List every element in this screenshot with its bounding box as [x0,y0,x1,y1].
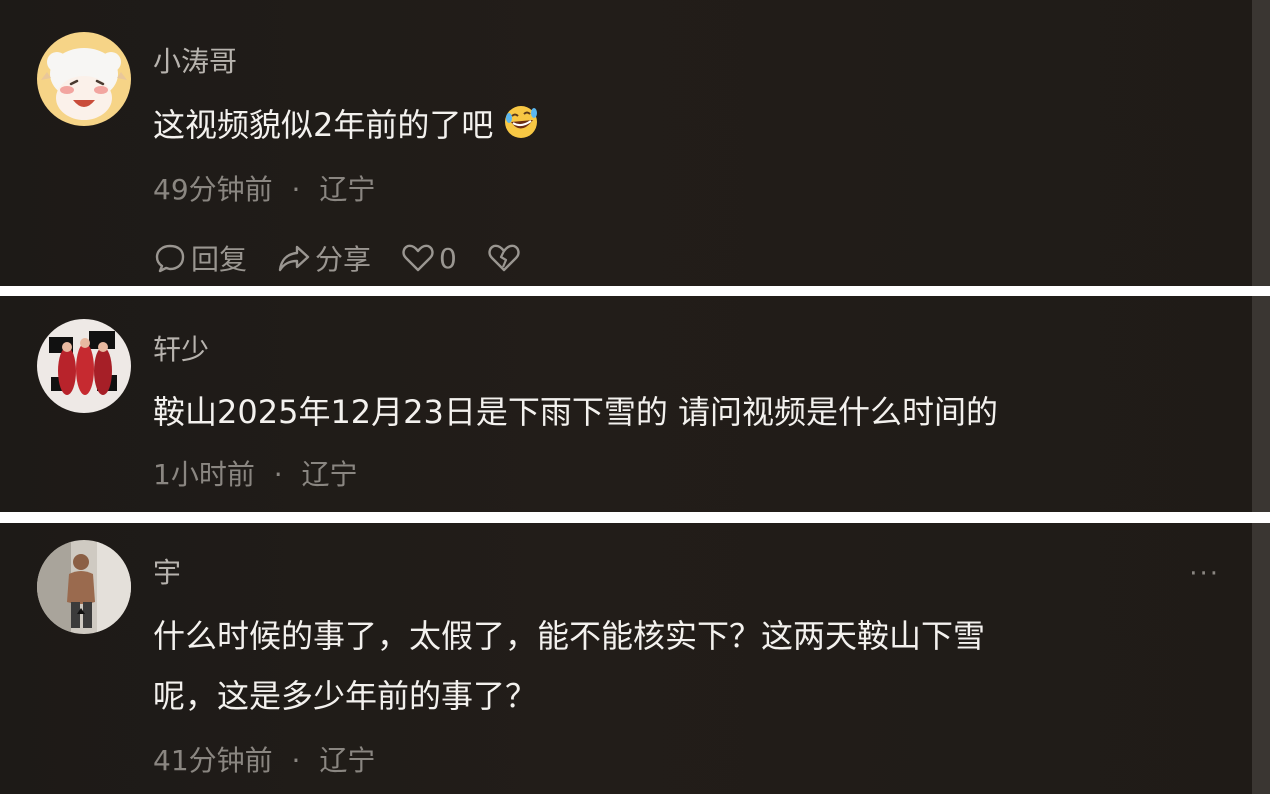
location: 辽宁 [301,458,358,491]
comment-card: 轩少 鞍山2025年12月23日是下雨下雪的 请问视频是什么时间的 1小时前 ·… [0,296,1270,512]
comment-card: 宇 ··· 什么时候的事了，太假了，能不能核实下？这两天鞍山下雪 呢，这是多少年… [0,523,1270,794]
broken-heart-icon [488,244,520,272]
avatar[interactable] [37,32,131,126]
comment-meta: 49分钟前 · 辽宁 [153,168,375,208]
dislike-button[interactable] [487,241,525,275]
comment-text: 这视频貌似2年前的了吧 [153,94,539,156]
photo-avatar-icon [37,540,131,634]
poster-avatar-icon [37,319,131,413]
like-button[interactable]: 0 [401,241,457,275]
comment-card: 小涛哥 这视频貌似2年前的了吧 49分钟前 · 辽宁 回复 分享 0 [0,0,1270,286]
comment-actions: 回复 分享 0 [153,236,555,280]
username[interactable]: 宇 [153,551,181,591]
avatar[interactable] [37,540,131,634]
location: 辽宁 [319,173,376,206]
share-arrow-icon [278,245,310,272]
like-count: 0 [439,241,457,275]
timestamp: 49分钟前 [153,173,273,206]
username[interactable]: 轩少 [153,328,209,368]
reply-label: 回复 [191,243,248,276]
timestamp: 41分钟前 [153,744,273,777]
comment-text-content: 这视频貌似2年前的了吧 [153,106,494,144]
meta-separator: · [291,173,301,206]
scrollbar-edge [1252,296,1270,512]
meta-separator: · [273,458,283,491]
scrollbar-edge [1252,523,1270,794]
meta-separator: · [291,744,301,777]
comment-meta: 1小时前 · 辽宁 [153,453,358,493]
scrollbar-edge [1252,0,1270,286]
comment-text-line2: 呢，这是多少年前的事了？ [153,677,538,715]
comment-text-line1: 什么时候的事了，太假了，能不能核实下？这两天鞍山下雪 [153,617,986,655]
share-button[interactable]: 分享 [277,238,371,278]
username[interactable]: 小涛哥 [153,40,237,80]
comment-text: 鞍山2025年12月23日是下雨下雪的 请问视频是什么时间的 [153,393,999,431]
location: 辽宁 [319,744,376,777]
comment-meta: 41分钟前 · 辽宁 [153,739,375,779]
reply-button[interactable]: 回复 [153,238,247,278]
share-label: 分享 [315,243,372,276]
sheep-avatar-icon [37,32,131,126]
avatar[interactable] [37,319,131,413]
timestamp: 1小时前 [153,458,255,491]
heart-icon [402,244,434,272]
rolling-on-floor-laughing-emoji-icon [505,106,538,138]
comment-bubble-icon [155,244,185,273]
more-options-button[interactable]: ··· [1189,559,1220,589]
